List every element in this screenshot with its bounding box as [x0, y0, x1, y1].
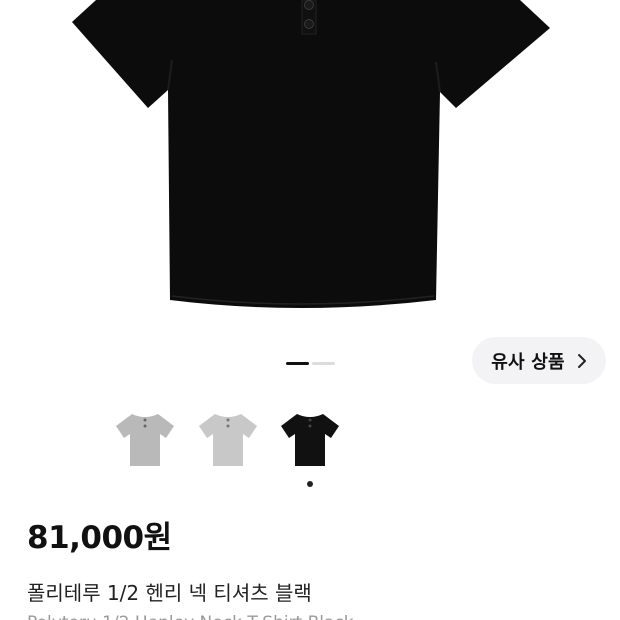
similar-products-button[interactable]: 유사 상품 — [472, 337, 606, 384]
product-detail-page: 유사 상품 81,000원 폴리테루 1/2 헨리 넥 티셔츠 블랙 — [0, 0, 620, 620]
carousel-indicator-active — [286, 362, 309, 365]
color-swatch-black[interactable] — [275, 404, 345, 474]
chevron-right-icon — [577, 353, 587, 369]
selected-swatch-indicator — [307, 481, 313, 487]
product-price: 81,000원 — [27, 520, 172, 556]
product-name-english: Polyteru 1/2 Henley Neck T-Shirt Black — [27, 612, 354, 620]
similar-products-label: 유사 상품 — [491, 351, 565, 373]
color-swatch-gray[interactable] — [110, 404, 180, 474]
product-main-image[interactable] — [0, 0, 620, 320]
carousel-indicator-inactive — [312, 362, 335, 365]
color-swatch-light-gray[interactable] — [193, 404, 263, 474]
product-name: 폴리테루 1/2 헨리 넥 티셔츠 블랙 — [27, 581, 312, 605]
carousel-indicator — [286, 362, 335, 365]
